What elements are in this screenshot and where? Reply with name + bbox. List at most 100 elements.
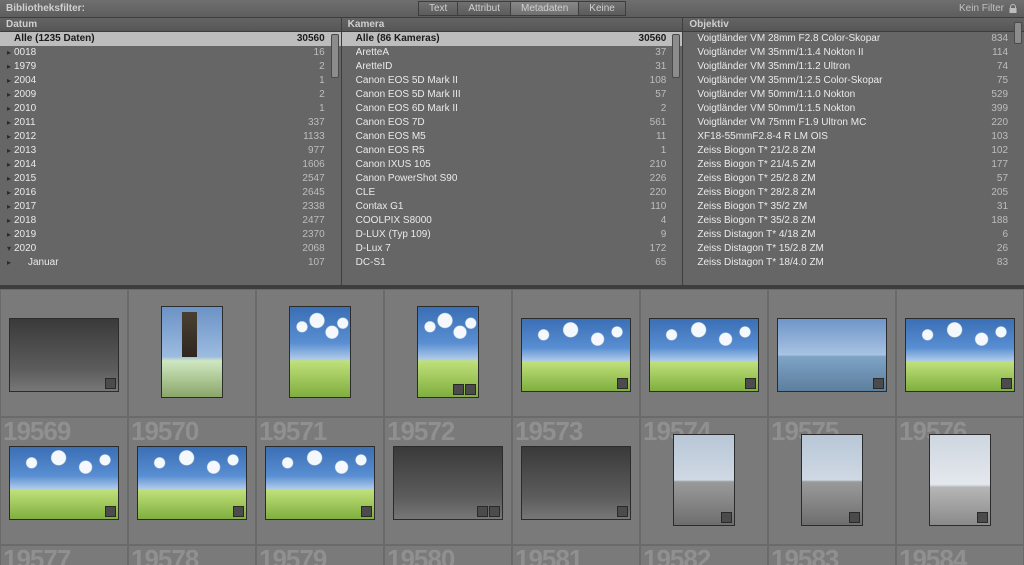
thumbnail-image[interactable] (777, 318, 887, 392)
thumbnail-cell[interactable]: 19581 (512, 545, 640, 565)
filter-row[interactable]: Zeiss Biogon T* 25/2.8 ZM57 (683, 172, 1024, 186)
thumbnail-cell[interactable]: 19584 (896, 545, 1024, 565)
thumbnail-cell[interactable]: 19572 (384, 417, 512, 545)
lock-icon[interactable] (1008, 4, 1018, 14)
panel-lens-list[interactable]: Voigtländer VM 28mm F2.8 Color-Skopar834… (683, 32, 1024, 285)
panel-camera-header[interactable]: Kamera (342, 18, 683, 32)
filter-row[interactable]: D-Lux 7172 (342, 242, 683, 256)
thumbnail-image[interactable] (417, 306, 479, 398)
panel-date-list[interactable]: Alle (1235 Daten)30560▸001816▸19792▸2004… (0, 32, 341, 285)
filter-row[interactable]: Canon EOS 5D Mark III57 (342, 88, 683, 102)
thumbnail-cell[interactable]: 19575 (768, 417, 896, 545)
disclosure-triangle-icon[interactable]: ▸ (4, 76, 14, 85)
thumbnail-image[interactable] (929, 434, 991, 526)
filter-row[interactable]: Canon IXUS 105210 (342, 158, 683, 172)
disclosure-triangle-icon[interactable]: ▸ (4, 132, 14, 141)
filter-row-all[interactable]: Alle (86 Kameras)30560 (342, 32, 683, 46)
disclosure-triangle-icon[interactable]: ▸ (4, 174, 14, 183)
filter-row[interactable]: ▸20192370 (0, 228, 341, 242)
filter-row[interactable]: Zeiss Biogon T* 35/2.8 ZM188 (683, 214, 1024, 228)
filter-row[interactable]: Zeiss Biogon T* 21/2.8 ZM102 (683, 144, 1024, 158)
filter-row[interactable]: Voigtländer VM 35mm/1:1.2 Ultron74 (683, 60, 1024, 74)
filter-row[interactable]: Zeiss Distagon T* 4/18 ZM6 (683, 228, 1024, 242)
disclosure-triangle-icon[interactable]: ▸ (4, 188, 14, 197)
filter-row[interactable]: ▸Januar107 (0, 256, 341, 270)
disclosure-triangle-icon[interactable]: ▸ (4, 216, 14, 225)
filter-tab-metadata[interactable]: Metadaten (510, 1, 578, 16)
filter-row[interactable]: Zeiss Biogon T* 35/2 ZM31 (683, 200, 1024, 214)
filter-row[interactable]: Canon EOS 7D561 (342, 116, 683, 130)
thumbnail-cell[interactable]: 19571 (256, 417, 384, 545)
thumbnail-image[interactable] (801, 434, 863, 526)
filter-row[interactable]: AretteA37 (342, 46, 683, 60)
disclosure-triangle-icon[interactable]: ▸ (4, 160, 14, 169)
thumbnail-cell[interactable] (256, 289, 384, 417)
panel-lens-header[interactable]: Objektiv (683, 18, 1024, 32)
filter-row[interactable]: Zeiss Biogon T* 21/4.5 ZM177 (683, 158, 1024, 172)
filter-row[interactable]: AretteID31 (342, 60, 683, 74)
thumbnail-cell[interactable] (512, 289, 640, 417)
filter-row[interactable]: ▸2011337 (0, 116, 341, 130)
thumbnail-cell[interactable]: 19579 (256, 545, 384, 565)
disclosure-triangle-icon[interactable]: ▸ (4, 62, 14, 71)
thumbnail-image[interactable] (9, 446, 119, 520)
filter-row[interactable]: Zeiss Biogon T* 28/2.8 ZM205 (683, 186, 1024, 200)
disclosure-triangle-icon[interactable]: ▸ (4, 104, 14, 113)
filter-row[interactable]: ▸20141606 (0, 158, 341, 172)
filter-row[interactable]: ▸20162645 (0, 186, 341, 200)
thumbnail-image[interactable] (393, 446, 503, 520)
filter-row[interactable]: Canon EOS R51 (342, 144, 683, 158)
thumbnail-cell[interactable] (384, 289, 512, 417)
disclosure-triangle-icon[interactable]: ▸ (4, 48, 14, 57)
disclosure-triangle-icon[interactable]: ▸ (4, 146, 14, 155)
no-filter-label[interactable]: Kein Filter (959, 3, 1004, 14)
thumbnail-cell[interactable] (640, 289, 768, 417)
filter-row[interactable]: Contax G1110 (342, 200, 683, 214)
filter-row[interactable]: ▸19792 (0, 60, 341, 74)
filter-row-all[interactable]: Alle (1235 Daten)30560 (0, 32, 341, 46)
filter-row[interactable]: ▸20152547 (0, 172, 341, 186)
filter-row[interactable]: ▸2013977 (0, 144, 341, 158)
filter-row[interactable]: Voigtländer VM 35mm/1:1.4 Nokton II114 (683, 46, 1024, 60)
thumbnail-image[interactable] (521, 446, 631, 520)
filter-row[interactable]: Zeiss Distagon T* 15/2.8 ZM26 (683, 242, 1024, 256)
thumbnail-image[interactable] (905, 318, 1015, 392)
filter-row[interactable]: Voigtländer VM 50mm/1:1.0 Nokton529 (683, 88, 1024, 102)
thumbnail-cell[interactable]: 19573 (512, 417, 640, 545)
thumbnail-grid-viewport[interactable]: 1956919570195711957219573195741957519576… (0, 289, 1024, 565)
filter-row[interactable]: Voigtländer VM 75mm F1.9 Ultron MC220 (683, 116, 1024, 130)
thumbnail-cell[interactable]: 19570 (128, 417, 256, 545)
filter-row[interactable]: ▸20092 (0, 88, 341, 102)
filter-row[interactable]: Canon EOS 5D Mark II108 (342, 74, 683, 88)
filter-row[interactable]: Canon PowerShot S90226 (342, 172, 683, 186)
filter-row[interactable]: DC-S165 (342, 256, 683, 270)
disclosure-triangle-icon[interactable]: ▸ (4, 90, 14, 99)
filter-row[interactable]: CLE220 (342, 186, 683, 200)
disclosure-triangle-icon[interactable]: ▸ (4, 258, 14, 267)
thumbnail-image[interactable] (673, 434, 735, 526)
thumbnail-cell[interactable]: 19580 (384, 545, 512, 565)
filter-row[interactable]: D-LUX (Typ 109)9 (342, 228, 683, 242)
thumbnail-cell[interactable]: 19578 (128, 545, 256, 565)
filter-row[interactable]: Voigtländer VM 35mm/1:2.5 Color-Skopar75 (683, 74, 1024, 88)
thumbnail-cell[interactable]: 19582 (640, 545, 768, 565)
disclosure-triangle-icon[interactable]: ▾ (4, 244, 14, 253)
filter-row[interactable]: Voigtländer VM 28mm F2.8 Color-Skopar834 (683, 32, 1024, 46)
thumbnail-cell[interactable] (0, 289, 128, 417)
disclosure-triangle-icon[interactable]: ▸ (4, 118, 14, 127)
filter-row[interactable]: ▸20172338 (0, 200, 341, 214)
filter-tab-none[interactable]: Keine (578, 1, 626, 16)
thumbnail-cell[interactable] (768, 289, 896, 417)
thumbnail-cell[interactable]: 19577 (0, 545, 128, 565)
thumbnail-image[interactable] (161, 306, 223, 398)
filter-row[interactable]: Canon EOS 6D Mark II2 (342, 102, 683, 116)
filter-row[interactable]: Voigtländer VM 50mm/1:1.5 Nokton399 (683, 102, 1024, 116)
panel-camera-list[interactable]: Alle (86 Kameras)30560AretteA37AretteID3… (342, 32, 683, 285)
thumbnail-cell[interactable]: 19583 (768, 545, 896, 565)
scrollbar-thumb[interactable] (1014, 22, 1022, 44)
thumbnail-cell[interactable]: 19576 (896, 417, 1024, 545)
thumbnail-image[interactable] (9, 318, 119, 392)
scrollbar-thumb[interactable] (331, 34, 339, 78)
filter-row[interactable]: XF18-55mmF2.8-4 R LM OIS103 (683, 130, 1024, 144)
panel-date-header[interactable]: Datum (0, 18, 341, 32)
